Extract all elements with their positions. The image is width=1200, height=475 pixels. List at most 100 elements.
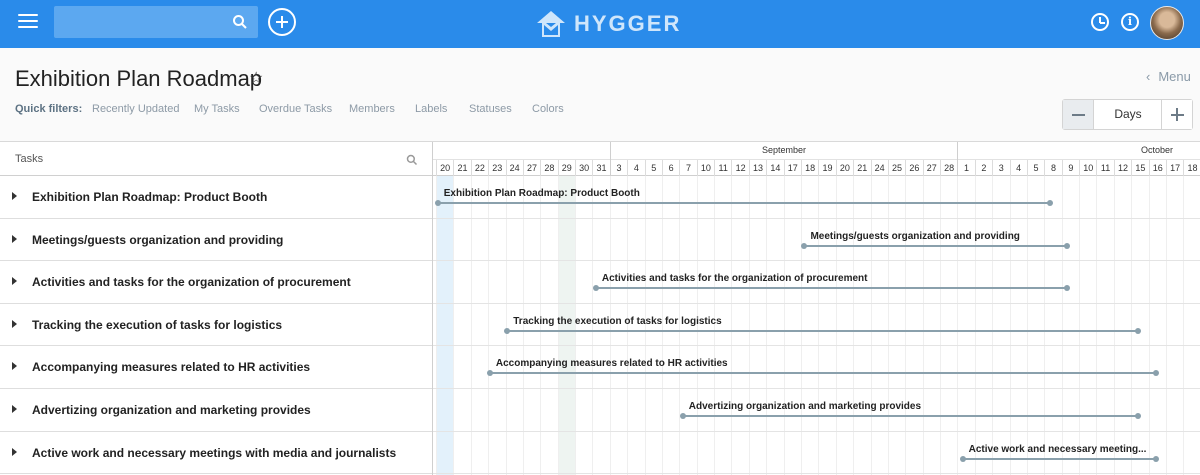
day-label: 16 [1148,160,1166,176]
filter-labels[interactable]: Labels [415,103,447,115]
day-label: 4 [1009,160,1027,176]
month-divider [609,142,611,176]
task-bar[interactable] [804,244,1067,247]
day-label: 15 [1131,160,1148,176]
task-bar[interactable] [507,329,1139,332]
search-icon[interactable] [406,154,418,166]
hamburger-menu-icon[interactable] [18,14,38,30]
hygger-logo[interactable]: HYGGER [536,8,681,40]
filter-members[interactable]: Members [349,103,395,115]
task-row[interactable]: Exhibition Plan Roadmap: Product Booth [0,176,432,219]
day-label: 24 [870,160,888,176]
brand-name: HYGGER [574,11,682,36]
filter-overdue-tasks[interactable]: Overdue Tasks [259,103,332,115]
task-name: Advertizing organization and marketing p… [32,402,311,417]
filter-recently-updated[interactable]: Recently Updated [92,103,179,115]
task-bar[interactable] [489,372,1156,375]
task-bar-label: Active work and necessary meeting... [968,443,1147,455]
expand-caret-icon[interactable] [12,404,17,413]
day-label: 9 [1061,160,1079,176]
day-label: 19 [818,160,835,176]
task-row[interactable]: Active work and necessary meetings with … [0,432,432,475]
zoom-level[interactable]: Days [1094,100,1162,129]
star-icon[interactable]: ☆ [249,68,263,88]
gantt-chart: September October 20 21 22 23 24 27 28 29 30 31 3 4… [433,142,1200,475]
bar-start-handle[interactable] [959,455,966,462]
task-bar[interactable] [595,287,1067,290]
bar-end-handle[interactable] [1135,327,1142,334]
expand-caret-icon[interactable] [12,447,17,456]
page-title: Exhibition Plan Roadmap [15,66,263,91]
task-bar[interactable] [437,202,1050,204]
filter-statuses[interactable]: Statuses [469,103,512,115]
expand-caret-icon[interactable] [12,234,17,243]
avatar[interactable] [1150,6,1184,40]
bar-start-handle[interactable] [679,413,686,419]
task-name: Tracking the execution of tasks for logi… [32,317,283,332]
day-label: 10 [1079,160,1096,176]
day-label: 6 [661,160,679,176]
day-label: 3 [992,160,1009,176]
day-label: 24 [505,160,523,176]
task-bar[interactable] [682,415,1139,417]
day-label: 5 [1026,160,1044,176]
task-row[interactable]: Advertizing organization and marketing p… [0,389,432,432]
day-label: 17 [783,160,801,176]
bar-end-handle[interactable] [1046,200,1053,206]
day-label: 20 [835,160,853,176]
filter-colors[interactable]: Colors [532,103,564,115]
bar-end-handle[interactable] [1063,242,1070,249]
day-label: 18 [1183,160,1200,176]
zoom-out-button[interactable] [1063,100,1094,129]
expand-caret-icon[interactable] [12,362,17,371]
expand-caret-icon[interactable] [12,192,17,200]
day-label: 26 [905,160,922,176]
global-search[interactable] [54,6,258,38]
add-button[interactable] [268,8,296,36]
search-icon[interactable] [232,14,248,30]
task-row[interactable]: Tracking the execution of tasks for logi… [0,304,432,347]
day-label: 28 [540,160,557,176]
day-label: 27 [922,160,940,176]
day-label: 27 [522,160,540,176]
task-row[interactable]: Meetings/guests organization and providi… [0,219,432,262]
task-name: Accompanying measures related to HR acti… [32,360,311,375]
day-label: 17 [1165,160,1183,176]
task-bar-label: Accompanying measures related to HR acti… [495,358,728,370]
task-name: Meetings/guests organization and providi… [32,232,284,247]
filter-my-tasks[interactable]: My Tasks [194,103,240,115]
task-name: Activities and tasks for the organizatio… [32,275,351,290]
timeline-header: September October 20 21 22 23 24 27 28 29 30 31 3 4… [433,142,1200,176]
day-label: 21 [453,160,470,176]
quick-filters-label: Quick filters: [15,103,83,115]
task-bar[interactable] [962,457,1156,460]
day-label: 14 [766,160,783,176]
day-label: 22 [470,160,488,176]
day-label: 2 [974,160,992,176]
tasks-panel: Tasks Exhibition Plan Roadmap: Product B… [0,142,433,475]
month-divider [957,142,959,176]
day-label: 13 [748,160,766,176]
task-row[interactable]: Activities and tasks for the organizatio… [0,261,432,304]
gantt-body: Exhibition Plan Roadmap: Product Booth Me… [433,176,1200,475]
tasks-header: Tasks [0,142,432,176]
task-row[interactable]: Accompanying measures related to HR acti… [0,346,432,389]
zoom-in-button[interactable] [1161,100,1192,129]
day-label: 29 [557,160,575,176]
clock-icon[interactable] [1091,13,1109,31]
menu-button[interactable]: ‹ Menu [1146,69,1191,84]
day-label: 30 [575,160,592,176]
board-header: Exhibition Plan Roadmap ☆ ‹ Menu Quick fi… [0,48,1200,142]
day-label: 20 [436,160,453,176]
bar-end-handle[interactable] [1152,455,1159,462]
expand-caret-icon[interactable] [12,277,17,286]
month-label: September [762,145,807,155]
expand-caret-icon[interactable] [12,319,17,328]
info-icon[interactable]: i [1121,13,1139,31]
day-label: 5 [644,160,662,176]
task-bar-label: Exhibition Plan Roadmap: Product Booth [443,188,640,199]
bar-end-handle[interactable] [1152,370,1159,377]
bar-start-handle[interactable] [434,200,441,206]
logo-icon [537,11,565,37]
search-input[interactable] [54,6,224,38]
